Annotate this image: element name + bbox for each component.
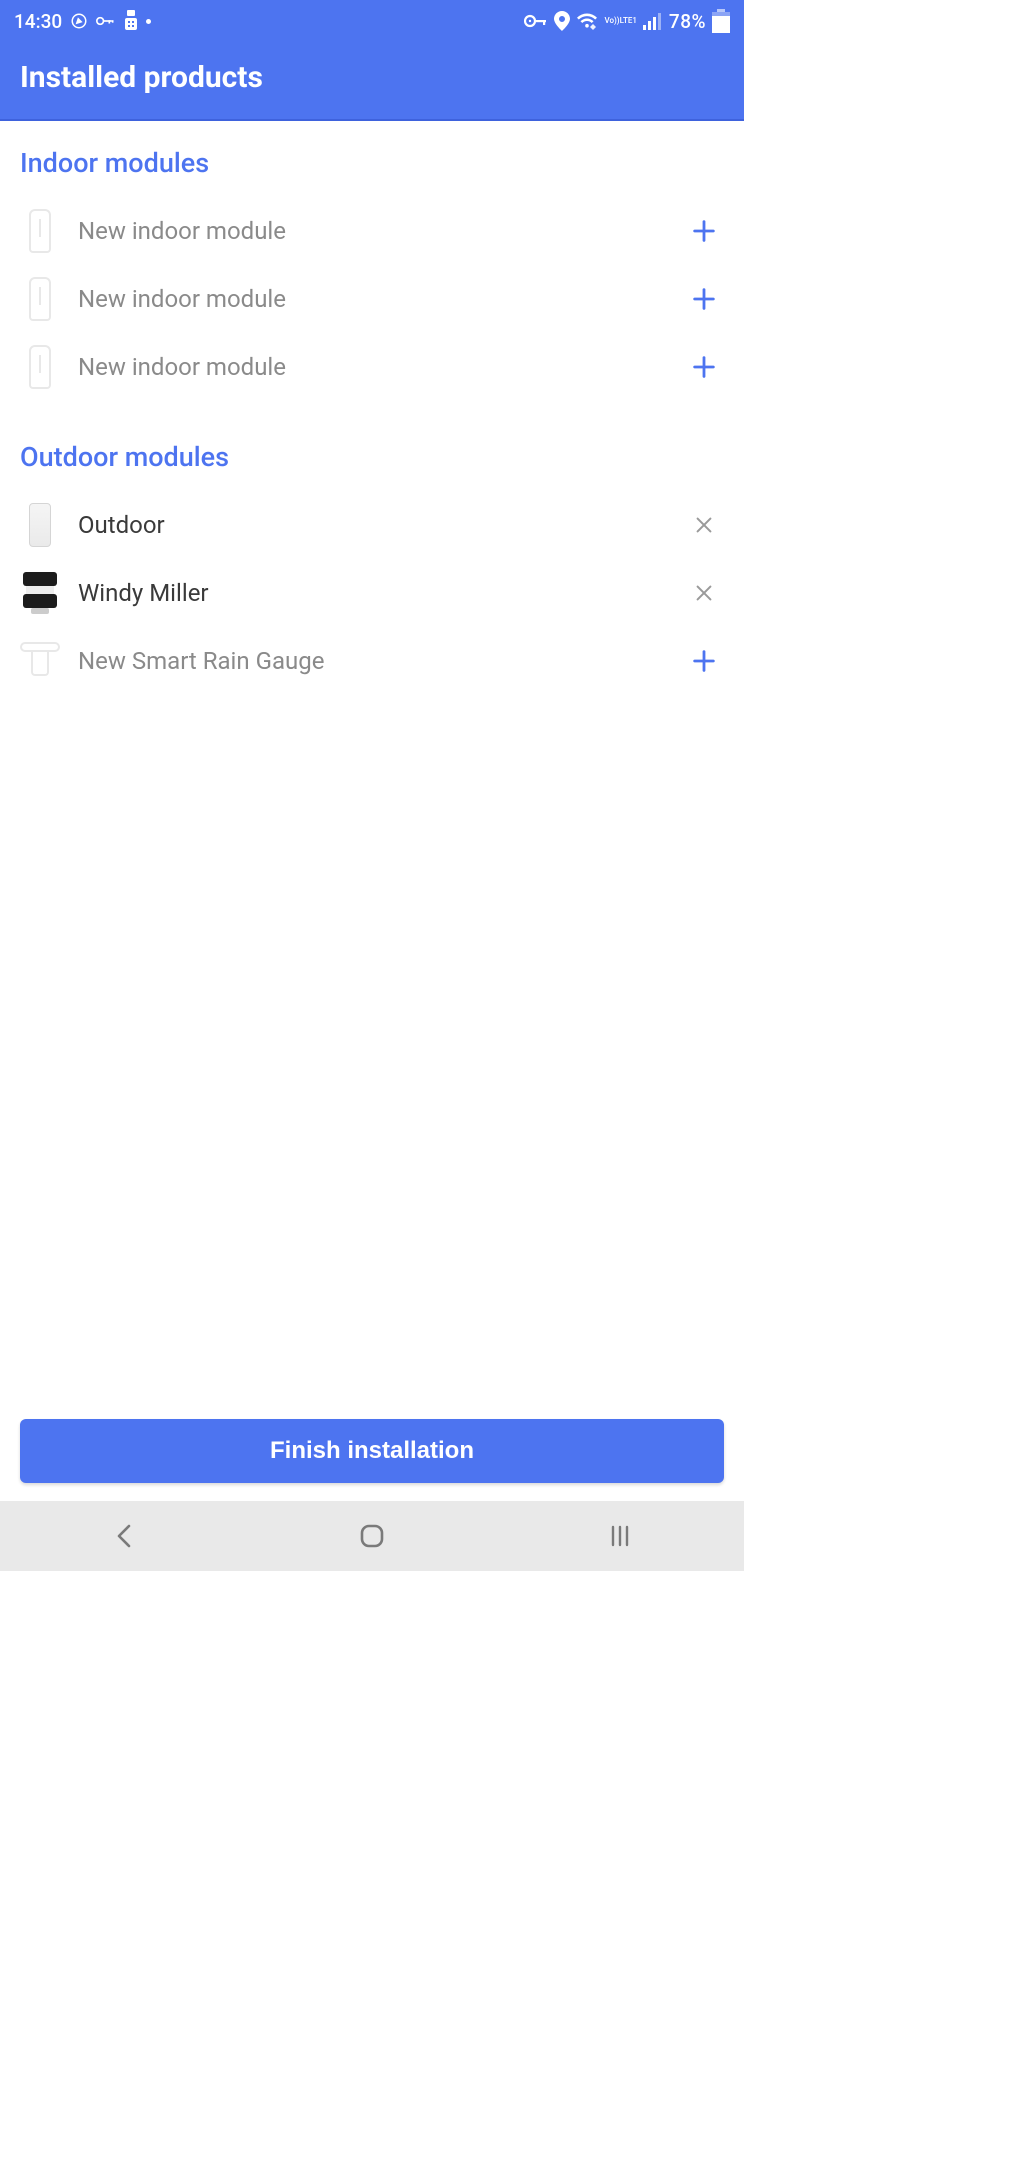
status-right: Vo)) LTE1 78% [524,9,730,33]
indoor-module-icon [20,275,60,323]
outdoor-row[interactable]: New Smart Rain Gauge [20,627,724,695]
content-area: Indoor modules New indoor module New ind… [0,121,744,1571]
lte-label: LTE1 [620,17,637,25]
outdoor-row-label: Windy Miller [78,579,666,607]
compass-icon [70,12,88,30]
more-notif-dot-icon [146,19,151,24]
anemometer-icon [20,569,60,617]
indoor-row[interactable]: New indoor module [20,265,724,333]
vo-label: Vo)) [604,17,619,25]
home-nav-button[interactable] [332,1511,412,1561]
indoor-row-label: New indoor module [78,217,666,245]
add-indoor-button[interactable] [684,279,724,319]
rain-gauge-icon [20,637,60,685]
location-icon [554,11,570,31]
key-small-icon [96,15,116,27]
signal-icon [643,12,663,30]
remove-outdoor-button[interactable] [684,505,724,545]
back-nav-button[interactable] [84,1511,164,1561]
vpn-key-icon [524,14,548,28]
outdoor-row[interactable]: Windy Miller [20,559,724,627]
status-bar: 14:30 Vo)) LTE1 [0,0,744,42]
outdoor-row-label: New Smart Rain Gauge [78,647,666,675]
remove-outdoor-button[interactable] [684,573,724,613]
outdoor-row-label: Outdoor [78,511,666,539]
indoor-row-label: New indoor module [78,285,666,313]
outdoor-module-icon [20,501,60,549]
finish-button-wrap: Finish installation [0,1419,744,1483]
add-indoor-button[interactable] [684,211,724,251]
indoor-row-label: New indoor module [78,353,666,381]
status-time: 14:30 [14,10,62,33]
indoor-section-title: Indoor modules [20,147,724,179]
app-viewport: 14:30 Vo)) LTE1 [0,0,744,1571]
android-navbar [0,1501,744,1571]
indoor-module-icon [20,207,60,255]
indoor-module-icon [20,343,60,391]
add-outdoor-button[interactable] [684,641,724,681]
page-title: Installed products [20,60,724,95]
battery-percent: 78% [669,10,706,33]
indoor-row[interactable]: New indoor module [20,333,724,401]
outdoor-section-title: Outdoor modules [20,441,724,473]
status-left: 14:30 [14,10,151,33]
finish-installation-button[interactable]: Finish installation [20,1419,724,1483]
volte-icon: Vo)) LTE1 [604,17,636,25]
app-notif-icon [124,10,138,32]
outdoor-row[interactable]: Outdoor [20,491,724,559]
wifi-icon [576,12,598,30]
battery-icon [712,9,730,33]
app-header: Installed products [0,42,744,121]
recents-nav-button[interactable] [580,1511,660,1561]
indoor-row[interactable]: New indoor module [20,197,724,265]
add-indoor-button[interactable] [684,347,724,387]
